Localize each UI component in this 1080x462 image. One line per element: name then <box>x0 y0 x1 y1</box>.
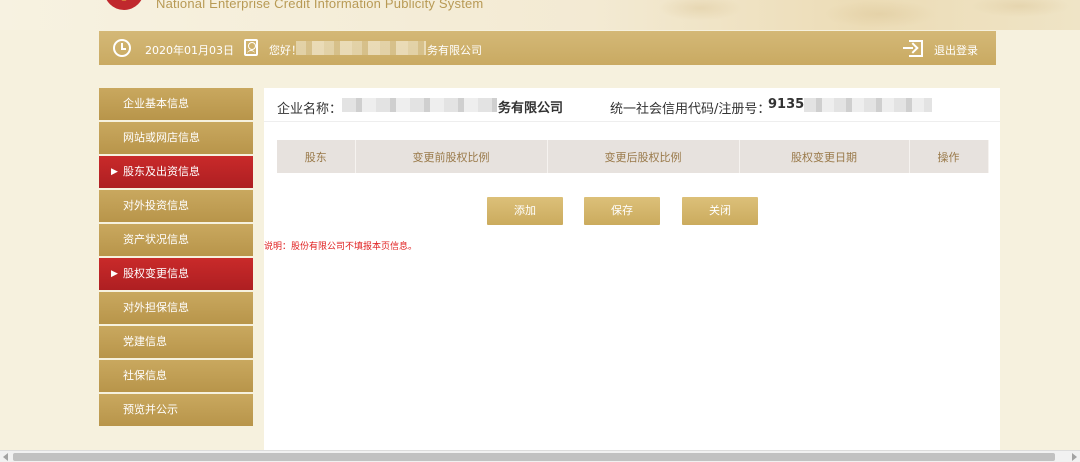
column-header-actions: 操作 <box>909 140 989 173</box>
company-info-row: 企业名称： 务有限公司 统一社会信用代码/注册号： 9135 <box>264 88 1000 122</box>
top-info-bar: 2020年01月03日 您好！ 务有限公司 退出登录 <box>99 31 996 65</box>
sidebar-item-label: 网站或网店信息 <box>123 131 200 144</box>
active-arrow-icon: ▶ <box>111 167 118 177</box>
column-header-shareholder: 股东 <box>277 140 356 173</box>
company-name-label: 企业名称： <box>277 102 343 117</box>
logout-link[interactable]: 退出登录 <box>934 42 978 58</box>
scroll-right-icon[interactable] <box>1072 453 1077 461</box>
equity-change-table: 股东 变更前股权比例 变更后股权比例 股权变更日期 操作 <box>277 140 989 173</box>
header-banner: National Enterprise Credit Information P… <box>0 0 1080 30</box>
sidebar-item-label: 资产状况信息 <box>123 233 189 246</box>
sidebar-item-label: 党建信息 <box>123 335 167 348</box>
sidebar-item-label: 企业基本信息 <box>123 97 189 110</box>
main-panel: 企业名称： 务有限公司 统一社会信用代码/注册号： 9135 股东 变更前股权比… <box>264 88 1000 450</box>
clock-icon <box>113 39 131 57</box>
column-header-before-ratio: 变更前股权比例 <box>355 140 548 173</box>
horizontal-scrollbar[interactable] <box>0 450 1080 462</box>
sidebar-item-guarantee-info[interactable]: 对外担保信息 <box>99 292 253 324</box>
table-header-row: 股东 变更前股权比例 变更后股权比例 股权变更日期 操作 <box>277 140 989 173</box>
current-date: 2020年01月03日 <box>145 44 234 57</box>
sidebar-item-equity-change-info[interactable]: ▶ 股权变更信息 <box>99 258 253 290</box>
sidebar-item-investment-info[interactable]: 对外投资信息 <box>99 190 253 222</box>
sidebar-item-label: 对外投资信息 <box>123 199 189 212</box>
sidebar-item-label: 股权变更信息 <box>123 267 189 280</box>
sidebar-item-party-info[interactable]: 党建信息 <box>99 326 253 358</box>
instruction-note: 说明：股份有限公司不填报本页信息。 <box>264 242 418 252</box>
sidebar-item-preview-publish[interactable]: 预览并公示 <box>99 394 253 426</box>
add-button[interactable]: 添加 <box>487 197 563 225</box>
sidebar-item-social-security-info[interactable]: 社保信息 <box>99 360 253 392</box>
credit-code-label: 统一社会信用代码/注册号： <box>610 102 771 117</box>
credit-code-prefix: 9135 <box>768 97 805 112</box>
active-arrow-icon: ▶ <box>111 269 118 279</box>
column-header-after-ratio: 变更后股权比例 <box>547 140 740 173</box>
sidebar-nav: 企业基本信息 网站或网店信息 ▶ 股东及出资信息 对外投资信息 资产状况信息 ▶ 股… <box>99 88 253 428</box>
user-company-suffix: 务有限公司 <box>427 44 482 57</box>
column-header-change-date: 股权变更日期 <box>739 140 910 173</box>
scroll-left-icon[interactable] <box>3 453 8 461</box>
scrollbar-thumb[interactable] <box>13 453 1055 461</box>
redacted-credit-code <box>804 98 932 112</box>
sidebar-item-label: 预览并公示 <box>123 403 178 416</box>
sidebar-item-label: 社保信息 <box>123 369 167 382</box>
redacted-company-name <box>342 98 497 112</box>
close-button[interactable]: 关闭 <box>682 197 758 225</box>
redacted-company-name <box>296 41 426 55</box>
company-name-suffix: 务有限公司 <box>498 101 564 116</box>
save-button[interactable]: 保存 <box>584 197 660 225</box>
sidebar-item-website-info[interactable]: 网站或网店信息 <box>99 122 253 154</box>
sidebar-item-asset-info[interactable]: 资产状况信息 <box>99 224 253 256</box>
logout-icon[interactable] <box>903 40 923 57</box>
system-title: National Enterprise Credit Information P… <box>156 0 484 11</box>
sidebar-item-shareholder-info[interactable]: ▶ 股东及出资信息 <box>99 156 253 188</box>
sidebar-item-label: 对外担保信息 <box>123 301 189 314</box>
sidebar-item-basic-info[interactable]: 企业基本信息 <box>99 88 253 120</box>
user-icon <box>244 39 258 56</box>
sidebar-item-label: 股东及出资信息 <box>123 165 200 178</box>
national-emblem-icon <box>104 0 144 10</box>
banner-decoration <box>580 0 1080 30</box>
